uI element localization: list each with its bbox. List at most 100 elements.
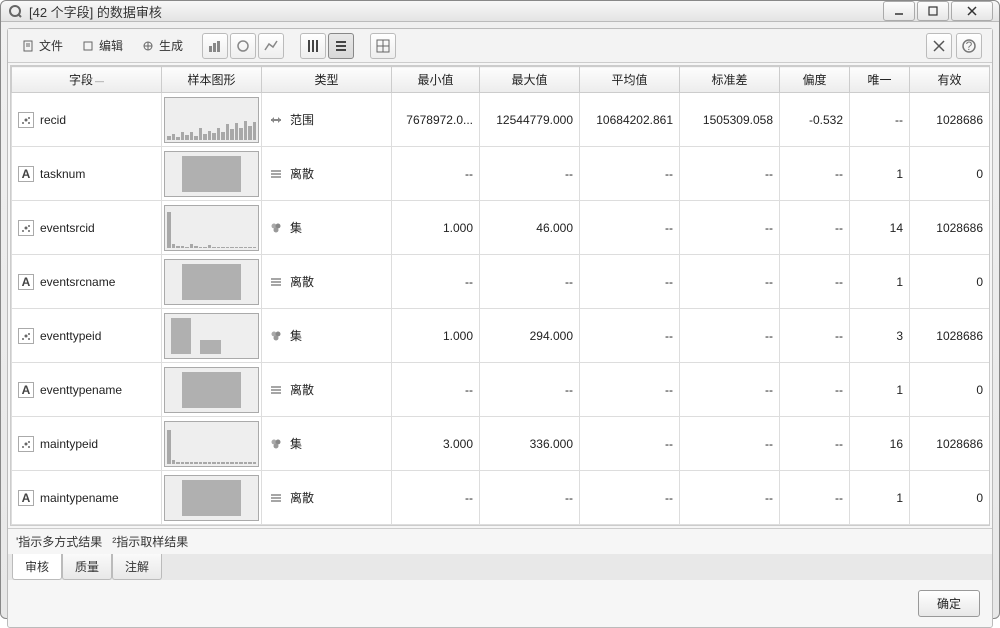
field-kind-icon xyxy=(18,220,34,236)
chart-icon-2[interactable] xyxy=(230,33,256,59)
cell-field: Atasknum xyxy=(12,147,162,201)
col-min[interactable]: 最小值 xyxy=(392,67,480,93)
field-name: eventsrcname xyxy=(40,275,115,289)
edit-menu[interactable]: 编辑 xyxy=(74,34,130,58)
chart-icon-1[interactable] xyxy=(202,33,228,59)
view-bars-icon[interactable] xyxy=(300,33,326,59)
ok-button[interactable]: 确定 xyxy=(918,590,980,617)
cell-sample xyxy=(162,471,262,525)
field-name: eventsrcid xyxy=(40,221,95,235)
svg-text:A: A xyxy=(22,276,31,288)
titlebar[interactable]: [42 个字段] 的数据审核 xyxy=(1,1,999,22)
cell-field: Aeventsrcname xyxy=(12,255,162,309)
cell-type: 范围 xyxy=(262,93,392,147)
cell-sample xyxy=(162,147,262,201)
cell-field: recid xyxy=(12,93,162,147)
inner-panel: 文件 编辑 生成 xyxy=(7,28,993,628)
col-max[interactable]: 最大值 xyxy=(480,67,580,93)
generate-icon xyxy=(141,39,155,53)
svg-text:?: ? xyxy=(966,39,973,53)
cell-min: 1.000 xyxy=(392,201,480,255)
col-field[interactable]: 字段— xyxy=(12,67,162,93)
cell-sample xyxy=(162,309,262,363)
footer-bar: 确定 xyxy=(8,580,992,627)
cell-sample xyxy=(162,363,262,417)
cell-max: 12544779.000 xyxy=(480,93,580,147)
field-kind-icon xyxy=(18,436,34,452)
dialog-close-icon[interactable] xyxy=(926,33,952,59)
col-stddev[interactable]: 标准差 xyxy=(680,67,780,93)
field-name: maintypeid xyxy=(40,437,98,451)
type-label: 集 xyxy=(290,219,302,236)
file-label: 文件 xyxy=(39,37,63,54)
chart-icon-group xyxy=(198,33,288,59)
cell-type: 离散 xyxy=(262,471,392,525)
col-type[interactable]: 类型 xyxy=(262,67,392,93)
col-sample[interactable]: 样本图形 xyxy=(162,67,262,93)
table-scroll[interactable]: 字段— 样本图形 类型 最小值 最大值 平均值 标准差 偏度 唯一 有效 rec xyxy=(11,66,989,525)
field-kind-icon: A xyxy=(18,382,34,398)
cell-min: 3.000 xyxy=(392,417,480,471)
file-menu[interactable]: 文件 xyxy=(14,34,70,58)
table-row[interactable]: eventtypeid集1.000294.000------31028686 xyxy=(12,309,990,363)
maximize-button[interactable] xyxy=(917,1,949,21)
table-row[interactable]: Amaintypename离散----------10 xyxy=(12,471,990,525)
cell-stddev: 1505309.058 xyxy=(680,93,780,147)
tab-audit[interactable]: 审核 xyxy=(12,554,62,580)
minimize-button[interactable] xyxy=(883,1,915,21)
cell-field: Aeventtypename xyxy=(12,363,162,417)
table-row[interactable]: Aeventtypename离散----------10 xyxy=(12,363,990,417)
window-title: [42 个字段] 的数据审核 xyxy=(29,2,883,21)
help-icon[interactable]: ? xyxy=(956,33,982,59)
table-row[interactable]: recid范围7678972.0...12544779.00010684202.… xyxy=(12,93,990,147)
view-icon-group xyxy=(296,33,358,59)
cell-type: 离散 xyxy=(262,147,392,201)
col-unique[interactable]: 唯一 xyxy=(850,67,910,93)
generate-menu[interactable]: 生成 xyxy=(134,34,190,58)
footer-notes: '指示多方式结果 ²指示取样结果 xyxy=(8,528,992,554)
type-icon xyxy=(268,274,284,290)
cell-stddev: -- xyxy=(680,471,780,525)
table-row[interactable]: eventsrcid集1.00046.000------141028686 xyxy=(12,201,990,255)
type-label: 离散 xyxy=(290,381,314,398)
table-row[interactable]: Atasknum离散----------10 xyxy=(12,147,990,201)
table-row[interactable]: Aeventsrcname离散----------10 xyxy=(12,255,990,309)
cell-min: -- xyxy=(392,147,480,201)
close-button[interactable] xyxy=(951,1,993,21)
data-table: 字段— 样本图形 类型 最小值 最大值 平均值 标准差 偏度 唯一 有效 rec xyxy=(11,66,989,525)
grid-icon[interactable] xyxy=(370,33,396,59)
cell-skew: -0.532 xyxy=(780,93,850,147)
edit-label: 编辑 xyxy=(99,37,123,54)
tab-annotations[interactable]: 注解 xyxy=(112,554,162,580)
edit-icon xyxy=(81,39,95,53)
field-name: eventtypeid xyxy=(40,329,101,343)
cell-max: -- xyxy=(480,363,580,417)
view-list-icon[interactable] xyxy=(328,33,354,59)
cell-mean: -- xyxy=(580,417,680,471)
cell-sample xyxy=(162,255,262,309)
cell-mean: -- xyxy=(580,471,680,525)
type-icon xyxy=(268,436,284,452)
chart-icon-3[interactable] xyxy=(258,33,284,59)
cell-skew: -- xyxy=(780,147,850,201)
type-label: 范围 xyxy=(290,111,314,128)
cell-mean: -- xyxy=(580,255,680,309)
cell-stddev: -- xyxy=(680,417,780,471)
table-row[interactable]: maintypeid集3.000336.000------161028686 xyxy=(12,417,990,471)
col-skew[interactable]: 偏度 xyxy=(780,67,850,93)
cell-field: Amaintypename xyxy=(12,471,162,525)
cell-max: 336.000 xyxy=(480,417,580,471)
col-valid[interactable]: 有效 xyxy=(910,67,990,93)
cell-stddev: -- xyxy=(680,147,780,201)
tab-quality[interactable]: 质量 xyxy=(62,554,112,580)
svg-text:A: A xyxy=(22,384,31,396)
cell-type: 离散 xyxy=(262,255,392,309)
cell-valid: 0 xyxy=(910,147,990,201)
toolbar-right: ? xyxy=(926,33,986,59)
svg-text:A: A xyxy=(22,492,31,504)
field-kind-icon: A xyxy=(18,166,34,182)
type-label: 集 xyxy=(290,435,302,452)
field-kind-icon xyxy=(18,112,34,128)
col-mean[interactable]: 平均值 xyxy=(580,67,680,93)
cell-unique: 1 xyxy=(850,363,910,417)
